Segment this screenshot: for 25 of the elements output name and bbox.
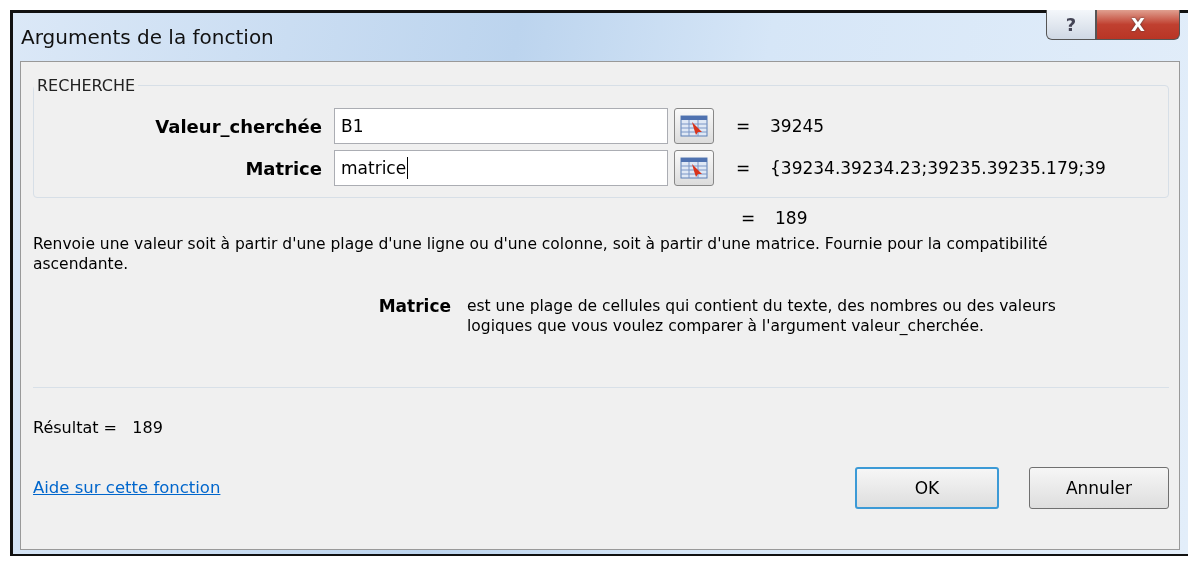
argument-label: Matrice bbox=[244, 157, 323, 179]
argument-value: 39245 bbox=[770, 116, 825, 136]
range-picker-button[interactable] bbox=[674, 108, 714, 144]
argument-description: est une plage de cellules qui contient du texte, des nombres ou des valeurs logiques que vous voulez comparer à l'argument valeur_cherchée. bbox=[467, 296, 1057, 337]
argument-name: Matrice bbox=[377, 296, 452, 319]
argument-field[interactable]: B1 bbox=[334, 108, 668, 144]
range-picker-button[interactable] bbox=[674, 150, 714, 186]
formula-result: 189 bbox=[775, 208, 808, 228]
equals-sign: = bbox=[736, 116, 752, 136]
equals-sign: = bbox=[736, 158, 752, 178]
select-range-icon bbox=[680, 115, 708, 137]
result-text: Résultat = 189 bbox=[33, 417, 164, 437]
ok-button[interactable]: OK bbox=[855, 466, 999, 509]
equals-sign: = bbox=[741, 208, 757, 228]
help-link[interactable]: Aide sur cette fonction bbox=[33, 478, 825, 498]
argument-field[interactable]: matrice bbox=[334, 150, 668, 186]
argument-value: {39234.39234.23;39235.39235.179;39 bbox=[770, 158, 1106, 178]
help-button[interactable]: ? bbox=[1046, 10, 1096, 40]
window-title: Arguments de la fonction bbox=[21, 25, 274, 49]
function-description: Renvoie une valeur soit à partir d'une plage d'une ligne ou d'une colonne, soit à partir d'une matrice. Fournie pour la compatibilité ascendante. bbox=[33, 234, 1049, 275]
group-title: RECHERCHE bbox=[36, 76, 137, 95]
cancel-button[interactable]: Annuler bbox=[1029, 466, 1169, 509]
select-range-icon bbox=[680, 157, 708, 179]
argument-label: Valeur_cherchée bbox=[154, 115, 323, 137]
close-button[interactable]: X bbox=[1096, 10, 1180, 40]
